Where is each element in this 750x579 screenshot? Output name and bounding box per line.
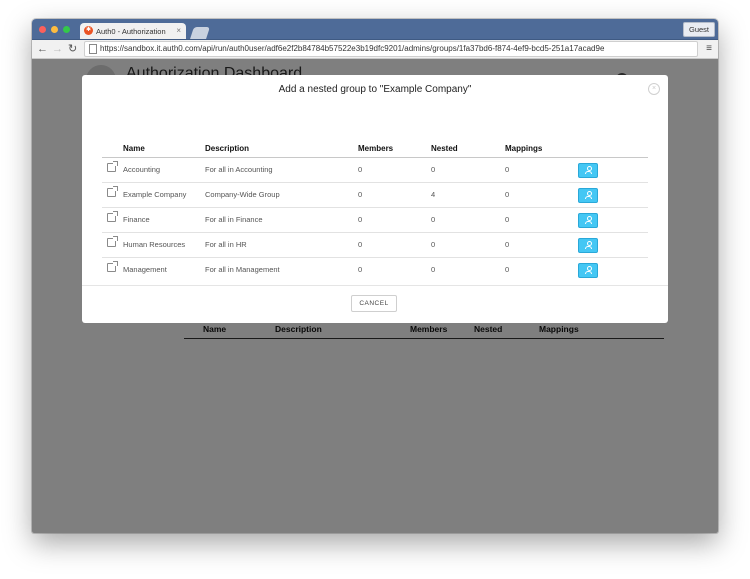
- tab-close-icon[interactable]: ×: [176, 26, 181, 35]
- zoom-window-button[interactable]: [63, 26, 70, 33]
- table-row: Finance For all in Finance 0 0 0: [102, 208, 648, 233]
- group-mappings: 0: [505, 215, 510, 224]
- table-row: Management For all in Management 0 0 0: [102, 258, 648, 282]
- group-mappings: 0: [505, 165, 510, 174]
- group-name[interactable]: Accounting: [123, 165, 160, 174]
- group-mappings: 0: [505, 265, 510, 274]
- cancel-button[interactable]: CANCEL: [351, 295, 397, 312]
- group-members: 0: [358, 240, 363, 249]
- minimize-window-button[interactable]: [51, 26, 58, 33]
- header-members: Members: [358, 144, 394, 153]
- group-name[interactable]: Management: [123, 265, 167, 274]
- group-description: Company-Wide Group: [205, 190, 280, 199]
- group-mappings: 0: [505, 240, 510, 249]
- group-nested: 0: [431, 240, 436, 249]
- page-icon: [89, 44, 97, 54]
- table-row: Human Resources For all in HR 0 0 0: [102, 233, 648, 258]
- group-members: 0: [358, 265, 363, 274]
- table-row: Example Company Company-Wide Group 0 4 0: [102, 183, 648, 208]
- address-bar[interactable]: https://sandbox.it.auth0.com/api/run/aut…: [84, 41, 698, 57]
- external-link-icon[interactable]: [107, 161, 118, 172]
- header-mappings: Mappings: [505, 144, 543, 153]
- add-user-icon: [585, 241, 592, 249]
- group-description: For all in Management: [205, 265, 280, 274]
- new-tab-button[interactable]: [190, 27, 210, 39]
- page-content: Authorization Dashboard Name Description…: [32, 59, 718, 533]
- external-link-icon[interactable]: [107, 236, 118, 247]
- header-description: Description: [205, 144, 250, 153]
- browser-menu-icon[interactable]: ≡: [706, 42, 712, 56]
- add-user-icon: [585, 191, 592, 199]
- browser-toolbar: ← → ↻ https://sandbox.it.auth0.com/api/r…: [32, 40, 718, 59]
- url-text: https://sandbox.it.auth0.com/api/run/aut…: [100, 44, 605, 53]
- group-nested: 4: [431, 190, 436, 199]
- browser-tab[interactable]: ✱ Auth0 - Authorization ×: [80, 23, 186, 39]
- external-link-icon[interactable]: [107, 261, 118, 272]
- reload-icon[interactable]: ↻: [68, 42, 77, 56]
- auth0-favicon-icon: ✱: [84, 26, 93, 35]
- table-row: Accounting For all in Accounting 0 0 0: [102, 158, 648, 183]
- group-name[interactable]: Example Company: [123, 190, 186, 199]
- group-members: 0: [358, 165, 363, 174]
- add-user-icon: [585, 166, 592, 174]
- forward-arrow-icon[interactable]: →: [52, 42, 63, 56]
- back-arrow-icon[interactable]: ←: [37, 42, 48, 56]
- add-user-icon: [585, 216, 592, 224]
- modal-title: Add a nested group to "Example Company": [278, 84, 472, 95]
- tab-title: Auth0 - Authorization: [96, 27, 166, 36]
- guest-profile-button[interactable]: Guest: [682, 22, 715, 37]
- group-nested: 0: [431, 265, 436, 274]
- add-nested-group-button[interactable]: [578, 263, 598, 278]
- title-bar: ✱ Auth0 - Authorization × Guest: [32, 19, 718, 40]
- group-description: For all in Finance: [205, 215, 263, 224]
- group-nested: 0: [431, 165, 436, 174]
- close-window-button[interactable]: [39, 26, 46, 33]
- add-nested-group-button[interactable]: [578, 213, 598, 228]
- add-nested-group-button[interactable]: [578, 163, 598, 178]
- group-name[interactable]: Human Resources: [123, 240, 185, 249]
- add-nested-group-button[interactable]: [578, 238, 598, 253]
- group-nested: 0: [431, 215, 436, 224]
- modal-footer: CANCEL: [82, 285, 668, 324]
- table-header: Name Description Members Nested Mappings: [102, 139, 648, 158]
- add-user-icon: [585, 266, 592, 274]
- header-name: Name: [123, 144, 145, 153]
- group-mappings: 0: [505, 190, 510, 199]
- header-nested: Nested: [431, 144, 458, 153]
- group-members: 0: [358, 190, 363, 199]
- add-nested-group-button[interactable]: [578, 188, 598, 203]
- group-description: For all in Accounting: [205, 165, 273, 174]
- group-name[interactable]: Finance: [123, 215, 150, 224]
- group-description: For all in HR: [205, 240, 247, 249]
- external-link-icon[interactable]: [107, 211, 118, 222]
- close-icon[interactable]: ×: [648, 83, 660, 95]
- groups-table: Name Description Members Nested Mappings…: [102, 139, 648, 282]
- group-members: 0: [358, 215, 363, 224]
- browser-window: ✱ Auth0 - Authorization × Guest ← → ↻ ht…: [32, 19, 718, 533]
- external-link-icon[interactable]: [107, 186, 118, 197]
- add-nested-group-modal: Add a nested group to "Example Company" …: [82, 75, 668, 323]
